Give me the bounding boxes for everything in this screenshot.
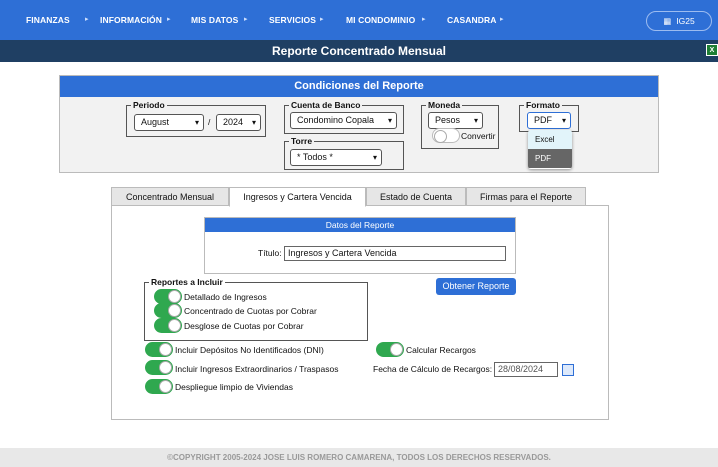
option-excel[interactable]: Excel — [528, 130, 572, 149]
cuenta-value: Condomino Copala — [297, 115, 375, 125]
footer-copyright: ©COPYRIGHT 2005-2024 JOSE LUIS ROMERO CA… — [0, 448, 718, 467]
detallado-toggle[interactable] — [154, 289, 182, 304]
concentrado-cuotas-label: Concentrado de Cuotas por Cobrar — [184, 306, 317, 316]
tab-firmas[interactable]: Firmas para el Reporte — [466, 187, 586, 206]
tab-concentrado-mensual[interactable]: Concentrado Mensual — [111, 187, 229, 206]
titulo-input[interactable]: Ingresos y Cartera Vencida — [284, 246, 506, 261]
toggle-knob — [434, 130, 447, 143]
fecha-label: Fecha de Cálculo de Recargos: — [373, 364, 493, 374]
formato-legend: Formato — [526, 100, 560, 110]
extraordinarios-label: Incluir Ingresos Extraordinarios / Trasp… — [175, 364, 339, 374]
datos-header: Datos del Reporte — [205, 218, 515, 232]
despliegue-toggle[interactable] — [145, 379, 173, 394]
nav-servicios[interactable]: SERVICIOS — [269, 15, 316, 25]
option-pdf[interactable]: PDF — [528, 149, 572, 168]
recargos-toggle[interactable] — [376, 342, 404, 357]
toggle-knob — [159, 343, 172, 356]
dni-label: Incluir Depósitos No Identificados (DNI) — [175, 345, 324, 355]
month-select[interactable]: August ▾ — [134, 114, 204, 131]
obtener-reporte-button[interactable]: Obtener Reporte — [436, 278, 516, 295]
convertir-toggle[interactable] — [432, 128, 460, 143]
chevron-down-icon: ▾ — [372, 153, 377, 162]
chevron-right-icon: ▸ — [320, 16, 324, 23]
recargos-label: Calcular Recargos — [406, 345, 476, 355]
desglose-cuotas-toggle[interactable] — [154, 318, 182, 333]
chevron-right-icon: ▸ — [167, 16, 171, 23]
moneda-value: Pesos — [435, 115, 461, 125]
moneda-select[interactable]: Pesos ▾ — [428, 112, 483, 129]
chevron-right-icon: ▸ — [85, 16, 89, 23]
toggle-knob — [159, 361, 172, 374]
toggle-knob — [168, 304, 181, 317]
tab-ingresos-cartera[interactable]: Ingresos y Cartera Vencida — [229, 187, 366, 207]
page-title: Reporte Concentrado Mensual — [0, 40, 718, 62]
user-label: IG25 — [676, 16, 695, 26]
month-value: August — [141, 117, 170, 127]
period-separator: / — [208, 117, 211, 127]
despliegue-label: Despliegue limpio de Viviendas — [175, 382, 293, 392]
chevron-right-icon: ▸ — [422, 16, 426, 23]
moneda-legend: Moneda — [428, 100, 461, 110]
reportes-legend: Reportes a Incluir — [151, 277, 223, 287]
formato-dropdown: Excel PDF — [528, 130, 572, 169]
chevron-down-icon: ▾ — [251, 118, 256, 127]
building-icon: ▦ — [663, 15, 672, 26]
nav-casandra[interactable]: CASANDRA — [447, 15, 496, 25]
tab-estado-cuenta[interactable]: Estado de Cuenta — [366, 187, 466, 206]
concentrado-cuotas-toggle[interactable] — [154, 303, 182, 318]
nav-finanzas[interactable]: FINANZAS — [26, 15, 70, 25]
formato-value: PDF — [534, 115, 552, 125]
user-menu-button[interactable]: ▦ IG25 — [646, 11, 712, 31]
titulo-label: Título: — [258, 248, 282, 258]
dni-toggle[interactable] — [145, 342, 173, 357]
nav-informacion[interactable]: INFORMACIÓN — [100, 15, 162, 25]
fecha-input[interactable]: 28/08/2024 — [494, 362, 558, 377]
chevron-right-icon: ▸ — [244, 16, 248, 23]
cuenta-select[interactable]: Condomino Copala ▾ — [290, 112, 397, 129]
conditions-header: Condiciones del Reporte — [60, 76, 658, 97]
torre-value: * Todos * — [297, 152, 333, 162]
year-value: 2024 — [223, 117, 244, 127]
chevron-right-icon: ▸ — [500, 16, 504, 23]
year-select[interactable]: 2024 ▾ — [216, 114, 261, 131]
torre-select[interactable]: * Todos * ▾ — [290, 149, 382, 166]
convertir-label: Convertir — [461, 131, 496, 141]
chevron-down-icon: ▾ — [194, 118, 199, 127]
toggle-knob — [159, 380, 172, 393]
nav-mi-condominio[interactable]: MI CONDOMINIO — [346, 15, 415, 25]
detallado-label: Detallado de Ingresos — [184, 292, 267, 302]
toggle-knob — [168, 319, 181, 332]
desglose-cuotas-label: Desglose de Cuotas por Cobrar — [184, 321, 304, 331]
cuenta-legend: Cuenta de Banco — [291, 100, 361, 110]
top-nav: FINANZAS ▸ INFORMACIÓN ▸ MIS DATOS ▸ SER… — [0, 0, 718, 40]
toggle-knob — [390, 343, 403, 356]
chevron-down-icon: ▾ — [387, 116, 392, 125]
chevron-down-icon: ▾ — [473, 116, 478, 125]
formato-select[interactable]: PDF ▾ — [527, 112, 571, 129]
periodo-legend: Periodo — [133, 100, 165, 110]
chevron-down-icon: ▾ — [561, 116, 566, 125]
extraordinarios-toggle[interactable] — [145, 360, 173, 375]
toggle-knob — [168, 290, 181, 303]
nav-mis-datos[interactable]: MIS DATOS — [191, 15, 238, 25]
calendar-icon[interactable] — [562, 364, 574, 376]
torre-legend: Torre — [291, 136, 313, 146]
excel-icon[interactable]: X — [706, 44, 718, 56]
